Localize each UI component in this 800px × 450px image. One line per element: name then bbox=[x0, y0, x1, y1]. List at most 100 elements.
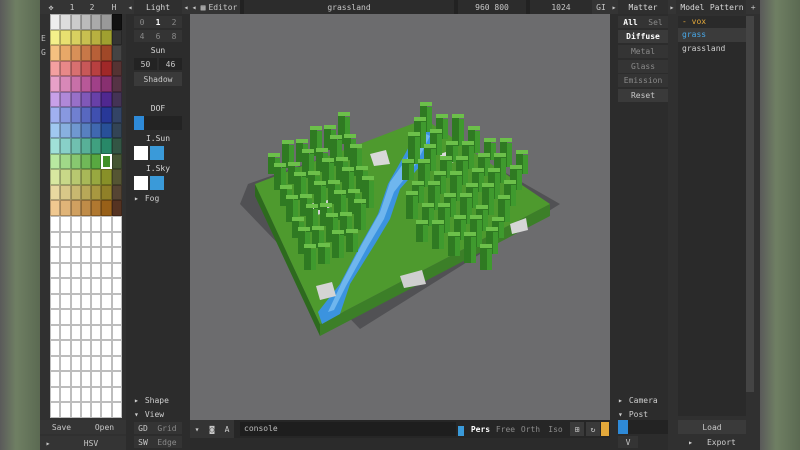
empty-palette-cell[interactable] bbox=[80, 386, 92, 403]
palette-swatch[interactable] bbox=[50, 60, 61, 77]
palette-swatch[interactable] bbox=[60, 153, 71, 170]
palette-swatch[interactable] bbox=[80, 169, 92, 185]
empty-palette-cell[interactable] bbox=[91, 216, 102, 232]
empty-palette-cell[interactable] bbox=[70, 293, 81, 310]
matter-diffuse[interactable]: Diffuse bbox=[618, 30, 668, 43]
palette-swatch[interactable] bbox=[80, 200, 92, 216]
empty-palette-cell[interactable] bbox=[101, 278, 112, 294]
palette-swatch[interactable] bbox=[70, 138, 81, 154]
palette-swatch[interactable] bbox=[91, 91, 102, 108]
empty-palette-cell[interactable] bbox=[111, 371, 122, 387]
pattern-tab[interactable]: Pattern bbox=[709, 0, 745, 14]
empty-palette-cell[interactable] bbox=[111, 340, 122, 356]
palette-swatch[interactable] bbox=[60, 107, 71, 123]
palette-swatch[interactable] bbox=[80, 184, 92, 201]
empty-palette-cell[interactable] bbox=[70, 324, 81, 341]
palette-swatch[interactable] bbox=[80, 153, 92, 170]
palette-swatch[interactable] bbox=[111, 29, 122, 46]
empty-palette-cell[interactable] bbox=[70, 216, 81, 232]
empty-palette-cell[interactable] bbox=[111, 386, 122, 403]
empty-palette-cell[interactable] bbox=[101, 340, 112, 356]
empty-palette-cell[interactable] bbox=[111, 278, 122, 294]
palette-tab-1[interactable]: 1 bbox=[62, 0, 82, 14]
palette-swatch[interactable] bbox=[111, 14, 122, 30]
color-mode-arrow-icon[interactable]: ▸ bbox=[40, 436, 56, 450]
grid-toggle[interactable]: Grid bbox=[152, 422, 182, 434]
color-mode-hsv[interactable]: HSV bbox=[56, 436, 126, 450]
light-num-4[interactable]: 4 bbox=[134, 30, 150, 42]
palette-swatch[interactable] bbox=[80, 107, 92, 123]
empty-palette-cell[interactable] bbox=[91, 340, 102, 356]
palette-swatch[interactable] bbox=[101, 14, 112, 30]
empty-palette-cell[interactable] bbox=[50, 386, 61, 403]
empty-palette-cell[interactable] bbox=[70, 386, 81, 403]
palette-swatch[interactable] bbox=[60, 76, 71, 92]
palette-swatch[interactable] bbox=[70, 200, 81, 216]
camera-row[interactable]: ▸ Camera bbox=[618, 394, 668, 406]
empty-palette-cell[interactable] bbox=[91, 278, 102, 294]
palette-swatch[interactable] bbox=[50, 184, 61, 201]
frame-icon[interactable]: ⊞ bbox=[570, 422, 584, 436]
palette-swatch[interactable] bbox=[111, 76, 122, 92]
palette-swatch[interactable] bbox=[50, 45, 61, 61]
tree-grass[interactable]: grass bbox=[678, 28, 746, 42]
empty-palette-cell[interactable] bbox=[50, 355, 61, 372]
editor-collapse-icon[interactable]: ◂ bbox=[190, 0, 198, 14]
add-model-icon[interactable]: + bbox=[746, 0, 761, 14]
palette-swatch[interactable] bbox=[101, 153, 112, 170]
i-sun-color-blue[interactable] bbox=[150, 146, 164, 160]
palette-swatch[interactable] bbox=[70, 153, 81, 170]
palette-swatch[interactable] bbox=[111, 60, 122, 77]
empty-palette-cell[interactable] bbox=[101, 309, 112, 325]
palette-swatch[interactable] bbox=[80, 29, 92, 46]
empty-palette-cell[interactable] bbox=[50, 324, 61, 341]
post-slider[interactable] bbox=[618, 420, 668, 434]
palette-swatch[interactable] bbox=[70, 29, 81, 46]
palette-swatch[interactable] bbox=[80, 14, 92, 30]
matter-glass[interactable]: Glass bbox=[618, 60, 668, 73]
matter-collapse-icon[interactable]: ▸ bbox=[610, 0, 618, 14]
palette-swatch[interactable] bbox=[50, 169, 61, 185]
empty-palette-cell[interactable] bbox=[101, 402, 112, 418]
light-num-6[interactable]: 6 bbox=[150, 30, 166, 42]
empty-palette-cell[interactable] bbox=[111, 309, 122, 325]
palette-swatch[interactable] bbox=[50, 14, 61, 30]
viewport[interactable] bbox=[190, 14, 610, 420]
matter-title[interactable]: Matter bbox=[618, 0, 668, 14]
tree-scrollbar[interactable] bbox=[746, 16, 754, 392]
light-num-2[interactable]: 2 bbox=[166, 16, 182, 28]
empty-palette-cell[interactable] bbox=[111, 216, 122, 232]
empty-palette-cell[interactable] bbox=[70, 262, 81, 279]
palette-swatch[interactable] bbox=[70, 122, 81, 139]
empty-palette-cell[interactable] bbox=[80, 216, 92, 232]
view-mode-free[interactable]: Free bbox=[493, 422, 518, 436]
palette-swatch[interactable] bbox=[91, 76, 102, 92]
view-mode-iso[interactable]: Iso bbox=[543, 422, 568, 436]
palette-tab-2[interactable]: 2 bbox=[82, 0, 102, 14]
empty-palette-cell[interactable] bbox=[101, 386, 112, 403]
palette-swatch[interactable] bbox=[60, 29, 71, 46]
empty-palette-cell[interactable] bbox=[60, 293, 71, 310]
empty-palette-cell[interactable] bbox=[91, 355, 102, 372]
palette-swatch[interactable] bbox=[101, 107, 112, 123]
empty-palette-cell[interactable] bbox=[60, 309, 71, 325]
empty-palette-cell[interactable] bbox=[91, 309, 102, 325]
palette-swatch[interactable] bbox=[60, 14, 71, 30]
matter-metal[interactable]: Metal bbox=[618, 45, 668, 58]
empty-palette-cell[interactable] bbox=[50, 278, 61, 294]
empty-palette-cell[interactable] bbox=[70, 278, 81, 294]
palette-swatch[interactable] bbox=[111, 122, 122, 139]
empty-palette-cell[interactable] bbox=[111, 247, 122, 263]
empty-palette-cell[interactable] bbox=[60, 216, 71, 232]
palette-swatch[interactable] bbox=[91, 14, 102, 30]
view-row[interactable]: ▾ View bbox=[134, 408, 182, 420]
dof-slider[interactable] bbox=[134, 116, 182, 130]
empty-palette-cell[interactable] bbox=[101, 371, 112, 387]
palette-swatch[interactable] bbox=[101, 122, 112, 139]
empty-palette-cell[interactable] bbox=[91, 371, 102, 387]
empty-palette-cell[interactable] bbox=[50, 262, 61, 279]
palette-swatch[interactable] bbox=[101, 200, 112, 216]
palette-swatch[interactable] bbox=[91, 29, 102, 46]
palette-swatch[interactable] bbox=[91, 169, 102, 185]
canvas-size[interactable]: 960 800 bbox=[458, 0, 526, 14]
